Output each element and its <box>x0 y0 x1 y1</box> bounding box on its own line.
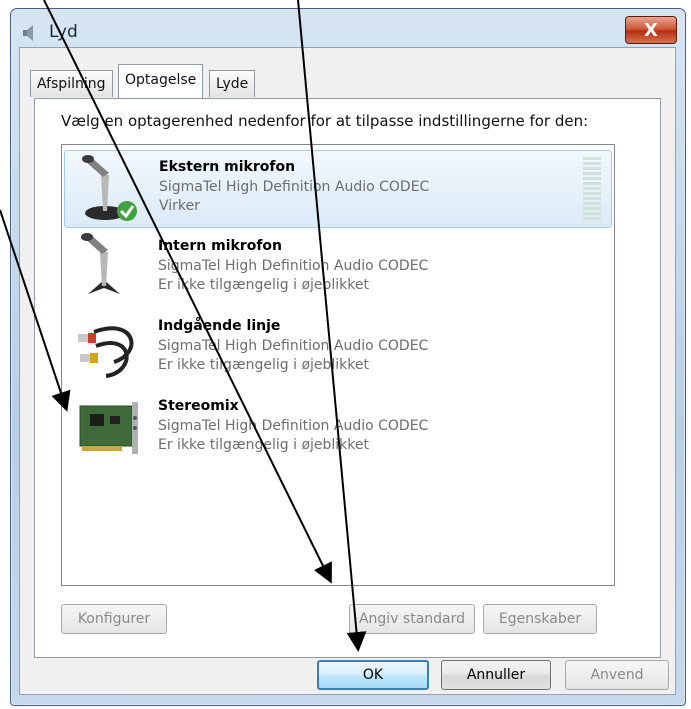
device-driver: SigmaTel High Definition Audio CODEC <box>158 338 429 354</box>
cancel-button[interactable]: Annuller <box>441 660 551 690</box>
dialog-body: Afspilning Optagelse Lyde Vælg en optage… <box>19 47 676 695</box>
line-in-cable-icon <box>78 326 134 378</box>
level-meter <box>583 157 601 221</box>
device-name: Intern mikrofon <box>158 238 283 254</box>
device-driver: SigmaTel High Definition Audio CODEC <box>159 179 430 195</box>
device-name: Stereomix <box>158 398 239 414</box>
properties-button[interactable]: Egenskaber <box>483 604 597 634</box>
close-icon: X <box>644 19 658 41</box>
close-button[interactable]: X <box>625 16 677 44</box>
sound-dialog: Lyd X Afspilning Optagelse Lyde Vælg en … <box>10 8 686 706</box>
recording-panel: Vælg en optagerenhed nedenfor for at til… <box>34 98 661 658</box>
speaker-icon <box>23 25 33 41</box>
tab-playback[interactable]: Afspilning <box>30 70 113 97</box>
tab-sounds[interactable]: Lyde <box>209 70 256 97</box>
device-status: Virker <box>159 198 200 214</box>
device-list[interactable]: Ekstern mikrofon SigmaTel High Definitio… <box>61 144 615 586</box>
device-driver: SigmaTel High Definition Audio CODEC <box>158 258 429 274</box>
window-title: Lyd <box>49 22 78 42</box>
device-status: Er ikke tilgængelig i øjeblikket <box>158 437 370 453</box>
device-driver: SigmaTel High Definition Audio CODEC <box>158 418 429 434</box>
sound-card-icon <box>79 402 138 454</box>
title-bar[interactable]: Lyd X <box>11 9 685 47</box>
device-status: Er ikke tilgængelig i øjeblikket <box>158 277 370 293</box>
device-name: Indgående linje <box>158 318 281 334</box>
device-name: Ekstern mikrofon <box>159 159 296 175</box>
ok-button[interactable]: OK <box>317 660 429 690</box>
tab-recording[interactable]: Optagelse <box>118 64 204 98</box>
device-item-line-in[interactable]: Indgående linje SigmaTel High Definition… <box>64 310 610 386</box>
apply-button[interactable]: Anvend <box>565 660 669 690</box>
instruction-text: Vælg en optagerenhed nedenfor for at til… <box>61 112 589 130</box>
set-default-button[interactable]: Angiv standard <box>349 604 475 634</box>
microphone-default-icon <box>82 155 137 221</box>
device-status: Er ikke tilgængelig i øjeblikket <box>158 357 370 373</box>
device-item-stereomix[interactable]: Stereomix SigmaTel High Definition Audio… <box>64 390 610 466</box>
device-item-external-mic[interactable]: Ekstern mikrofon SigmaTel High Definitio… <box>64 150 612 228</box>
configure-button[interactable]: Konfigurer <box>61 604 167 634</box>
device-item-internal-mic[interactable]: Intern mikrofon SigmaTel High Definition… <box>64 230 610 306</box>
microphone-icon <box>81 233 120 294</box>
